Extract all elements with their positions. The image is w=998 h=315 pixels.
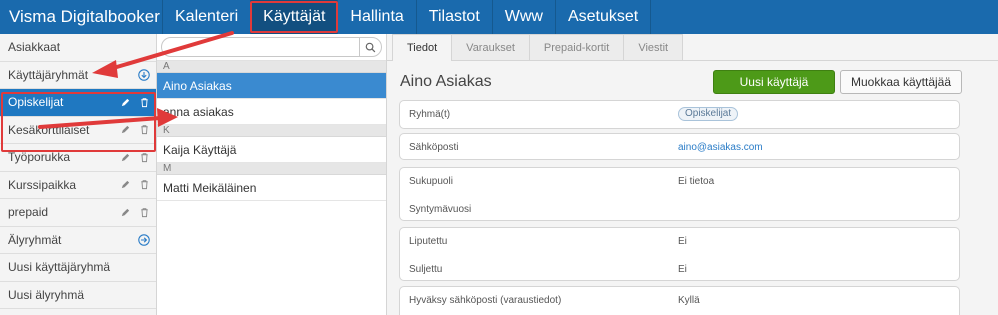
sidebar-item-label: Kesäkorttilaiset bbox=[8, 122, 90, 137]
user-row-anna-asiakas[interactable]: anna asiakas bbox=[157, 99, 386, 125]
liputettu-field: Liputettu Ei bbox=[400, 228, 959, 256]
search-button[interactable] bbox=[359, 37, 381, 57]
liputettu-label: Liputettu bbox=[409, 236, 448, 247]
birthyear-label: Syntymävuosi bbox=[409, 204, 472, 215]
email-card: Sähköposti aino@asiakas.com bbox=[399, 133, 960, 160]
trash-icon[interactable] bbox=[139, 179, 150, 190]
new-user-button[interactable]: Uusi käyttäjä bbox=[713, 70, 835, 94]
details-header: Aino Asiakas Uusi käyttäjä Muokkaa käytt… bbox=[387, 61, 998, 103]
tab-varaukset[interactable]: Varaukset bbox=[451, 34, 530, 60]
sidebar-item-uusi-alyryhma[interactable]: Uusi älyryhmä bbox=[0, 282, 156, 309]
app-title[interactable]: Visma Digitalbooker bbox=[0, 0, 163, 34]
sidebar-item-opiskelijat[interactable]: Opiskelijat bbox=[0, 89, 156, 117]
email-label: Sähköposti bbox=[409, 142, 459, 153]
group-header-k: K bbox=[157, 125, 386, 137]
suljettu-value: Ei bbox=[678, 264, 687, 275]
sidebar-item-label: Työporukka bbox=[8, 150, 71, 165]
sidebar-item-label: Opiskelijat bbox=[8, 95, 64, 110]
search-icon bbox=[365, 42, 376, 52]
nav-item-asetukset[interactable]: Asetukset bbox=[556, 0, 652, 34]
consent-card: Hyväksy sähköposti (varaustiedot) Kyllä bbox=[399, 286, 960, 315]
sidebar-item-label: Kurssipaikka bbox=[8, 177, 77, 192]
sidebar-item-label: Uusi älyryhmä bbox=[8, 287, 85, 302]
pencil-icon[interactable] bbox=[120, 152, 131, 163]
birthyear-field: Syntymävuosi bbox=[400, 196, 959, 224]
tab-tiedot[interactable]: Tiedot bbox=[392, 34, 453, 61]
group-card: Ryhmä(t) Opiskelijat bbox=[399, 100, 960, 129]
sidebar-item-label: prepaid bbox=[8, 205, 49, 220]
top-navigation-bar: Visma Digitalbooker Kalenteri Käyttäjät … bbox=[0, 0, 998, 34]
user-row-matti-meikalainen[interactable]: Matti Meikäläinen bbox=[157, 175, 386, 201]
trash-icon[interactable] bbox=[139, 152, 150, 163]
group-badge: Opiskelijat bbox=[678, 107, 739, 121]
sidebar-item-kurssipaikka[interactable]: Kurssipaikka bbox=[0, 172, 156, 199]
pencil-icon[interactable] bbox=[120, 207, 131, 218]
user-name-heading: Aino Asiakas bbox=[400, 73, 492, 90]
trash-icon[interactable] bbox=[139, 97, 150, 108]
sidebar-item-label: Uusi käyttäjäryhmä bbox=[8, 260, 111, 275]
group-header-a: A bbox=[157, 61, 386, 73]
personal-info-card: Sukupuoli Ei tietoa Syntymävuosi bbox=[399, 167, 960, 221]
search-input[interactable] bbox=[172, 38, 352, 56]
sidebar-item-uusi-kayttajaryhma[interactable]: Uusi käyttäjäryhmä bbox=[0, 254, 156, 282]
tab-viestit[interactable]: Viestit bbox=[623, 34, 684, 60]
sidebar-item-prepaid[interactable]: prepaid bbox=[0, 199, 156, 227]
user-details-panel: Tiedot Varaukset Prepaid-kortit Viestit … bbox=[387, 34, 998, 315]
pencil-icon[interactable] bbox=[120, 97, 131, 108]
email-link[interactable]: aino@asiakas.com bbox=[678, 142, 763, 153]
liputettu-value: Ei bbox=[678, 236, 687, 247]
accept-email-value: Kyllä bbox=[678, 295, 700, 306]
group-label: Ryhmä(t) bbox=[409, 109, 451, 120]
gender-value: Ei tietoa bbox=[678, 176, 715, 187]
sidebar-item-label: Käyttäjäryhmät bbox=[8, 67, 89, 82]
nav-item-kalenteri[interactable]: Kalenteri bbox=[163, 0, 252, 34]
sidebar-item-label: Älyryhmät bbox=[8, 232, 62, 247]
status-card: Liputettu Ei Suljettu Ei bbox=[399, 227, 960, 281]
tab-prepaid-kortit[interactable]: Prepaid-kortit bbox=[528, 34, 625, 60]
nav-item-kayttajat[interactable]: Käyttäjät bbox=[250, 0, 339, 34]
accept-email-field: Hyväksy sähköposti (varaustiedot) Kyllä bbox=[400, 287, 959, 315]
sidebar-item-alyryhmat[interactable]: Älyryhmät bbox=[0, 227, 156, 254]
pencil-icon[interactable] bbox=[120, 179, 131, 190]
sidebar-item-label: Asiakkaat bbox=[8, 40, 61, 55]
trash-icon[interactable] bbox=[139, 207, 150, 218]
search-bar bbox=[157, 34, 386, 61]
sidebar-item-tyoporukka[interactable]: Työporukka bbox=[0, 144, 156, 172]
sidebar-item-kesakorttilaiset[interactable]: Kesäkorttilaiset bbox=[0, 117, 156, 144]
gender-field: Sukupuoli Ei tietoa bbox=[400, 168, 959, 196]
sidebar-item-kayttajaryhmat[interactable]: Käyttäjäryhmät bbox=[0, 62, 156, 89]
user-row-aino-asiakas[interactable]: Aino Asiakas bbox=[157, 73, 386, 99]
arrow-right-circle-icon[interactable] bbox=[138, 234, 150, 246]
sidebar-item-asiakkaat[interactable]: Asiakkaat bbox=[0, 34, 156, 62]
group-field: Ryhmä(t) Opiskelijat bbox=[400, 101, 959, 129]
sidebar: Asiakkaat Käyttäjäryhmät Opiskelijat Kes… bbox=[0, 34, 157, 315]
user-list-panel: A Aino Asiakas anna asiakas K Kaija Käyt… bbox=[157, 34, 387, 315]
nav-item-www[interactable]: Www bbox=[493, 0, 556, 34]
nav-item-tilastot[interactable]: Tilastot bbox=[417, 0, 493, 34]
gender-label: Sukupuoli bbox=[409, 176, 453, 187]
email-field: Sähköposti aino@asiakas.com bbox=[400, 134, 959, 162]
search-box bbox=[161, 37, 382, 57]
arrow-down-circle-icon[interactable] bbox=[138, 69, 150, 81]
pencil-icon[interactable] bbox=[120, 124, 131, 135]
group-header-m: M bbox=[157, 163, 386, 175]
accept-email-label: Hyväksy sähköposti (varaustiedot) bbox=[409, 295, 562, 306]
trash-icon[interactable] bbox=[139, 124, 150, 135]
tab-bar: Tiedot Varaukset Prepaid-kortit Viestit bbox=[387, 34, 998, 61]
suljettu-label: Suljettu bbox=[409, 264, 443, 275]
nav-item-hallinta[interactable]: Hallinta bbox=[338, 0, 417, 34]
edit-user-button[interactable]: Muokkaa käyttäjää bbox=[840, 70, 962, 94]
suljettu-field: Suljettu Ei bbox=[400, 256, 959, 284]
user-row-kaija-kayttaja[interactable]: Kaija Käyttäjä bbox=[157, 137, 386, 163]
